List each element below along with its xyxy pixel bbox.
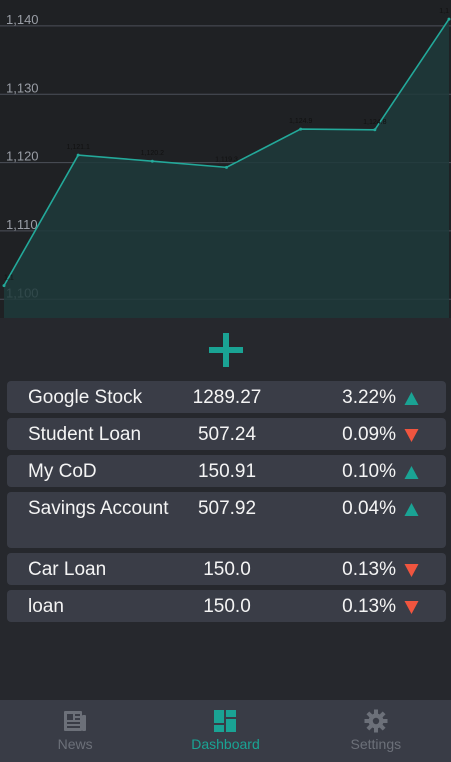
list-item[interactable]: Car Loan 150.0 0.13%: [7, 553, 446, 585]
item-value: 150.0: [203, 596, 251, 617]
add-item-button[interactable]: [204, 328, 248, 372]
list-item[interactable]: loan 150.0 0.13%: [7, 590, 446, 622]
item-change-percent: 0.09%: [342, 424, 396, 445]
y-tick-label: 1,110: [6, 217, 38, 232]
item-name: Student Loan: [28, 424, 142, 445]
arrow-up-icon: [404, 466, 419, 479]
holdings-list: Google Stock 1289.27 3.22% Student Loan …: [7, 381, 446, 627]
arrow-down-icon: [404, 564, 419, 577]
price-chart: 1,1001,1101,1201,1301,1401,11,121.11,120…: [0, 0, 451, 318]
nav-dashboard[interactable]: Dashboard: [150, 700, 300, 762]
data-label: 1,1: [439, 8, 449, 15]
list-item[interactable]: My CoD 150.91 0.10%: [7, 455, 446, 487]
data-label: 1,124.9: [289, 118, 312, 125]
item-name: Car Loan: [28, 559, 107, 580]
item-value: 150.0: [203, 559, 251, 580]
arrow-down-icon: [404, 601, 419, 614]
item-change-percent: 0.10%: [342, 461, 396, 482]
data-point: [373, 128, 377, 132]
nav-news[interactable]: News: [0, 700, 150, 762]
nav-settings-label: Settings: [350, 736, 402, 752]
nav-dashboard-label: Dashboard: [191, 736, 260, 752]
item-name: Google Stock: [28, 387, 143, 408]
item-change-percent: 0.13%: [342, 596, 396, 617]
bottom-navigation: News Dashboard Settings: [0, 700, 451, 762]
item-value: 1289.27: [192, 387, 262, 408]
price-chart-svg: 1,1001,1101,1201,1301,1401,11,121.11,120…: [0, 8, 451, 318]
dashboard-icon: [214, 710, 237, 732]
data-label: 1,1: [4, 275, 14, 282]
data-point: [150, 159, 154, 163]
arrow-up-icon: [404, 392, 419, 405]
data-point: [447, 17, 451, 21]
arrow-up-icon: [404, 503, 419, 516]
newspaper-icon: [64, 711, 87, 731]
item-value: 150.91: [197, 461, 257, 482]
nav-news-label: News: [57, 736, 93, 752]
item-name: Savings Account: [28, 498, 169, 519]
item-name: loan: [28, 596, 64, 617]
item-change-percent: 0.13%: [342, 559, 396, 580]
data-point: [76, 153, 80, 157]
y-tick-label: 1,130: [6, 80, 39, 95]
item-value: 507.92: [197, 498, 257, 519]
item-change-percent: 3.22%: [342, 387, 396, 408]
data-label: 1,119.3: [215, 156, 238, 163]
y-tick-label: 1,120: [6, 149, 39, 164]
data-point: [225, 165, 228, 169]
nav-settings[interactable]: Settings: [301, 700, 451, 762]
data-label: 1,124.8: [363, 119, 386, 126]
data-label: 1,120.2: [141, 150, 164, 157]
arrow-down-icon: [404, 429, 419, 442]
data-point: [299, 127, 303, 131]
data-point: [2, 284, 6, 288]
list-item[interactable]: Savings Account 507.92 0.04%: [7, 492, 446, 548]
item-name: My CoD: [28, 461, 97, 482]
data-label: 1,121.1: [66, 144, 89, 151]
y-tick-label: 1,140: [6, 12, 39, 27]
list-item[interactable]: Student Loan 507.24 0.09%: [7, 418, 446, 450]
item-change-percent: 0.04%: [342, 498, 396, 519]
plus-icon: [209, 333, 243, 367]
list-item[interactable]: Google Stock 1289.27 3.22%: [7, 381, 446, 413]
item-value: 507.24: [197, 424, 257, 445]
gear-icon: [364, 709, 388, 733]
